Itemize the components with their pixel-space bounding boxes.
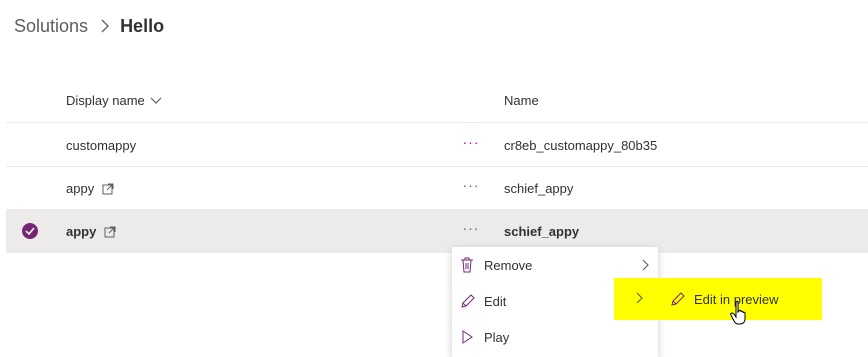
chevron-right-icon [642,259,650,271]
submenu-highlight: Edit in preview [614,278,822,320]
pencil-icon [460,293,476,309]
table-row-selected[interactable]: appy ··· schief_appy [6,210,868,253]
more-options-button[interactable]: ··· [460,218,482,238]
page-title: Hello [120,15,165,36]
display-name-cell: customappy [66,138,136,153]
trash-icon [460,257,474,273]
column-header-name[interactable]: Name [504,93,539,108]
display-name-text[interactable]: appy [66,224,96,239]
table-row[interactable]: customappy ··· cr8eb_customappy_80b35 [6,124,868,167]
menu-item-label: Edit [484,293,507,309]
display-name-text[interactable]: customappy [66,138,136,153]
table-row[interactable]: appy ··· schief_appy [6,167,868,210]
chevron-down-icon [150,97,162,105]
name-cell: schief_appy [504,224,580,239]
chevron-right-icon [636,292,644,304]
column-header-label: Display name [66,93,145,108]
chevron-right-icon [100,19,110,33]
play-icon [460,330,474,344]
display-name-cell: appy [66,181,114,196]
display-name-cell: appy [66,224,116,239]
breadcrumb-solutions-link[interactable]: Solutions [14,16,88,37]
menu-item-label: Play [484,329,510,345]
menu-item-edit-in-preview[interactable]: Edit in preview [670,284,779,314]
column-header-label: Name [504,93,539,108]
table-header: Display name Name [6,80,868,123]
external-link-icon[interactable] [102,183,114,195]
pencil-icon [670,291,686,307]
menu-item-label: Remove [484,257,533,273]
display-name-text[interactable]: appy [66,181,94,196]
checkmark-icon[interactable] [22,223,38,239]
breadcrumb: Solutions Hello [14,14,164,38]
external-link-icon[interactable] [104,226,116,238]
column-header-display-name[interactable]: Display name [66,93,162,108]
more-options-button[interactable]: ··· [460,175,482,195]
more-options-button[interactable]: ··· [460,132,482,152]
menu-item-play[interactable]: Play [452,319,658,355]
name-cell: schief_appy [504,181,574,196]
hand-pointer-icon [730,300,750,326]
name-cell: cr8eb_customappy_80b35 [504,138,658,153]
